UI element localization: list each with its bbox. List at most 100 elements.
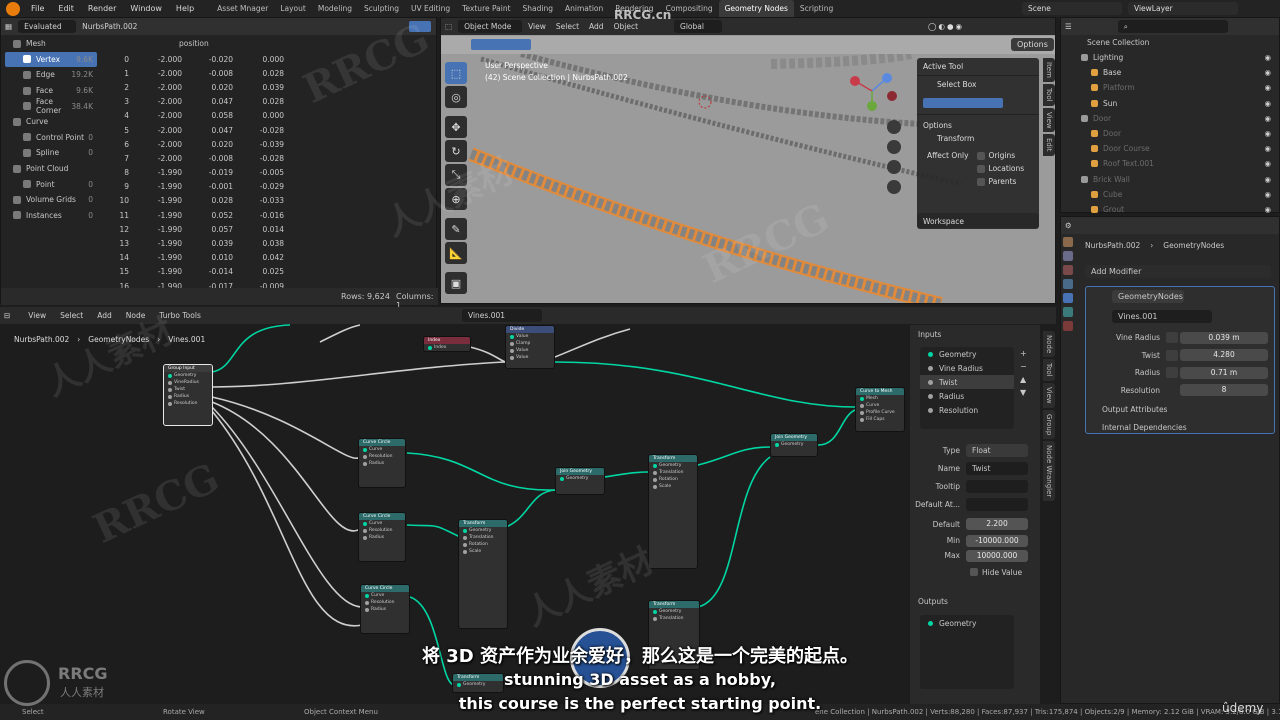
node[interactable]: Transform Geometry Translation Rotation Scal… <box>458 519 508 629</box>
outliner-item[interactable]: Base ◉ <box>1061 65 1279 80</box>
eye-icon[interactable]: ◉ <box>1264 114 1271 123</box>
node-socket[interactable]: Radius <box>164 393 212 400</box>
spreadsheet-tree-item[interactable]: Face 9.6K <box>5 83 97 99</box>
move-down-icon[interactable]: ▼ <box>1020 388 1027 397</box>
group-input-item[interactable]: Twist <box>920 375 1014 389</box>
spreadsheet-tree-item[interactable]: Point Cloud <box>5 161 97 177</box>
node-editor-tab[interactable]: Node <box>1043 331 1055 358</box>
node-socket[interactable]: Geometry <box>649 462 697 469</box>
select-box-tool-icon[interactable]: ⬚ <box>445 62 467 84</box>
node[interactable]: Curve Circle Curve Resolution Radius <box>358 438 406 488</box>
socket-icon[interactable] <box>860 396 864 401</box>
eye-icon[interactable]: ◉ <box>1264 144 1271 153</box>
spreadsheet-tree-item[interactable]: Volume Grids 0 <box>5 192 97 208</box>
group-input-item[interactable]: Radius <box>920 389 1014 403</box>
group-output-item[interactable]: Geometry <box>920 615 1014 631</box>
socket-icon[interactable] <box>860 417 864 422</box>
min-value-field[interactable]: -10000.000 <box>966 534 1028 547</box>
blender-logo-icon[interactable] <box>6 1 20 16</box>
menu-file[interactable]: File <box>24 0 51 17</box>
eye-icon[interactable]: ◉ <box>1264 99 1271 108</box>
node-socket[interactable]: Twist <box>164 386 212 393</box>
outliner-item[interactable]: Door ◉ <box>1061 126 1279 141</box>
name-field[interactable]: Twist <box>966 461 1028 475</box>
group-input-item[interactable]: Resolution <box>920 403 1014 417</box>
eye-icon[interactable]: ◉ <box>1264 53 1271 62</box>
workspace-tab[interactable]: Layout <box>274 0 312 17</box>
scene-selector[interactable]: Scene <box>1022 2 1122 15</box>
attribute-toggle-icon[interactable] <box>1166 349 1178 361</box>
grid-icon[interactable] <box>887 180 901 194</box>
node-socket[interactable]: Value <box>506 347 554 354</box>
object-mode-dropdown[interactable]: Object Mode <box>458 20 523 33</box>
checkbox[interactable] <box>976 151 985 160</box>
node-socket[interactable]: Value <box>506 333 554 340</box>
attribute-toggle-icon[interactable] <box>1166 332 1178 344</box>
outliner-item[interactable]: Door ◉ <box>1061 111 1279 126</box>
eye-icon[interactable]: ◉ <box>1264 129 1271 138</box>
type-dropdown[interactable]: Float <box>966 443 1028 457</box>
navigation-gizmo[interactable] <box>847 66 897 116</box>
node[interactable]: Curve to Mesh Mesh Curve Profile Curve Fill … <box>855 387 905 432</box>
node-socket[interactable]: Mesh <box>856 395 904 402</box>
physics-tab-icon[interactable] <box>1063 307 1073 317</box>
eye-icon[interactable]: ◉ <box>1264 68 1271 77</box>
socket-icon[interactable] <box>168 401 172 406</box>
spreadsheet-tree-item[interactable]: Spline 0 <box>5 145 97 161</box>
internal-dependencies-panel[interactable]: Internal Dependencies <box>1102 423 1187 432</box>
eye-icon[interactable]: ◉ <box>1264 159 1271 168</box>
socket-icon[interactable] <box>653 484 657 489</box>
param-value-field[interactable]: 0.039 m <box>1180 331 1268 344</box>
node-socket[interactable]: Geometry <box>459 527 507 534</box>
socket-icon[interactable] <box>560 476 564 481</box>
outliner-type-icon[interactable]: ☰ <box>1065 22 1072 31</box>
workspace-tab[interactable]: UV Editing <box>405 0 456 17</box>
outliner-item[interactable]: Roof Text.001 ◉ <box>1061 156 1279 171</box>
node-socket[interactable]: Value <box>506 354 554 361</box>
spreadsheet-tree-item[interactable]: Face Corner 38.4K <box>5 97 97 115</box>
eye-icon[interactable]: ◉ <box>1264 205 1271 214</box>
workspace-tab[interactable]: Sculpting <box>358 0 405 17</box>
max-value-field[interactable]: 10000.000 <box>966 549 1028 562</box>
add-cube-tool-icon[interactable]: ▣ <box>445 272 467 294</box>
socket-icon[interactable] <box>168 387 172 392</box>
group-input-item[interactable]: Geometry <box>920 347 1014 361</box>
tool-tab-icon[interactable] <box>1063 237 1073 247</box>
param-value-field[interactable]: 0.71 m <box>1180 366 1268 379</box>
socket-icon[interactable] <box>510 355 514 360</box>
socket-icon[interactable] <box>463 528 467 533</box>
default-value-field[interactable]: 2.200 <box>966 518 1028 530</box>
node-socket[interactable]: Index <box>424 344 470 351</box>
node-socket[interactable]: Geometry <box>164 372 212 379</box>
node-socket[interactable]: Clamp <box>506 340 554 347</box>
hide-value-checkbox[interactable] <box>970 568 978 576</box>
spreadsheet-tree-item[interactable]: Edge 19.2K <box>5 67 97 83</box>
node-socket[interactable]: Curve <box>856 402 904 409</box>
node-socket[interactable]: VineRadius <box>164 379 212 386</box>
socket-icon[interactable] <box>775 442 779 447</box>
node[interactable]: Curve Circle Curve Resolution Radius <box>360 584 410 634</box>
add-modifier-button[interactable]: Add Modifier <box>1085 265 1271 278</box>
node-socket[interactable]: Curve <box>359 446 405 453</box>
node-socket[interactable]: Geometry <box>771 441 817 448</box>
render-tab-icon[interactable] <box>1063 251 1073 261</box>
node[interactable]: Transform Geometry Translation Rotation Scal… <box>648 454 698 569</box>
outliner-item[interactable]: Grout ◉ <box>1061 202 1279 217</box>
tooltip-field[interactable] <box>966 479 1028 493</box>
workspace-tab[interactable]: Scripting <box>794 0 839 17</box>
output-attributes-panel[interactable]: Output Attributes <box>1102 405 1167 414</box>
move-tool-icon[interactable]: ✥ <box>445 116 467 138</box>
add-input-button[interactable]: + <box>1020 349 1027 358</box>
socket-icon[interactable] <box>363 461 367 466</box>
socket-icon[interactable] <box>363 521 367 526</box>
spreadsheet-tree-item[interactable]: Vertex 9.6K <box>5 51 97 68</box>
node-socket[interactable]: Profile Curve <box>856 409 904 416</box>
viewport-tab[interactable]: View <box>1043 107 1055 133</box>
node-socket[interactable]: Resolution <box>359 527 405 534</box>
default-attribute-field[interactable] <box>966 497 1028 511</box>
camera-icon[interactable] <box>887 160 901 174</box>
editor-type-icon[interactable]: ⬚ <box>445 22 452 31</box>
node-socket[interactable]: Scale <box>459 548 507 555</box>
outliner-item[interactable]: Door Course ◉ <box>1061 141 1279 156</box>
orientation-dropdown[interactable]: Global <box>674 20 723 33</box>
